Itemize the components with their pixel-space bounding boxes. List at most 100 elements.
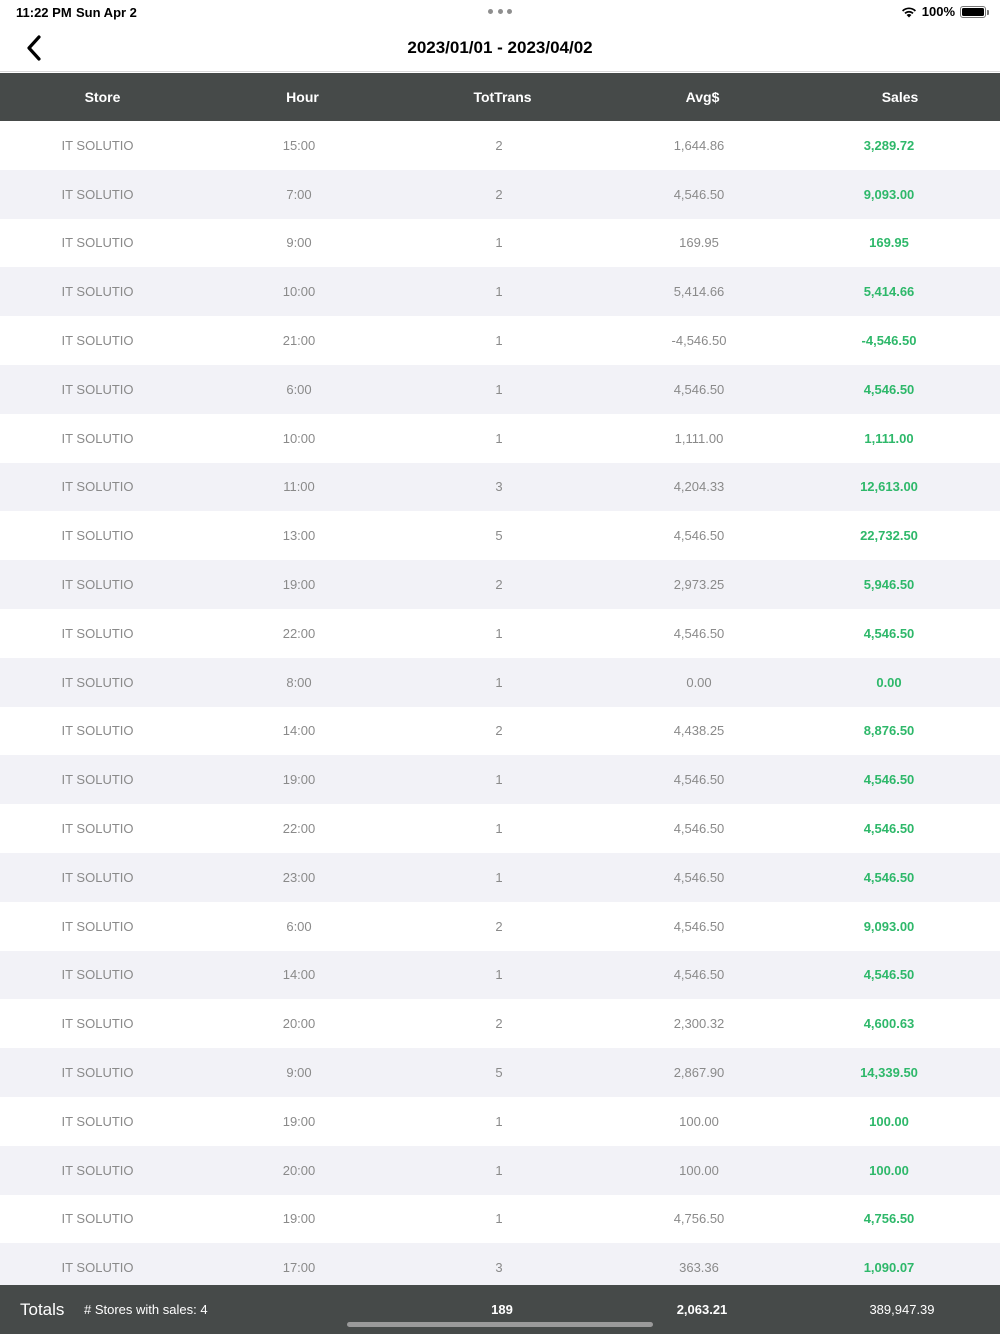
table-row[interactable]: IT SOLUTIO 10:00 1 5,414.66 5,414.66 — [0, 267, 1000, 317]
cell-hour: 20:00 — [282, 1162, 316, 1178]
table-row[interactable]: IT SOLUTIO 20:00 1 100.00 100.00 — [0, 1145, 1000, 1195]
table-row[interactable]: IT SOLUTIO 9:00 5 2,867.90 14,339.50 — [0, 1048, 1000, 1097]
cell-sales: 100.00 — [869, 1113, 909, 1129]
cell-tottrans: 1 — [495, 674, 503, 690]
cell-store: IT SOLUTIO — [61, 625, 134, 641]
cell-tottrans: 1 — [495, 1162, 503, 1178]
table-row[interactable]: IT SOLUTIO 19:00 1 100.00 100.00 — [0, 1096, 1000, 1146]
cell-sales: 8,876.50 — [863, 723, 915, 739]
table-row[interactable]: IT SOLUTIO 7:00 2 4,546.50 9,093.00 — [0, 169, 1000, 219]
cell-sales: 3,289.72 — [863, 137, 915, 153]
table-row[interactable]: IT SOLUTIO 22:00 1 4,546.50 4,546.50 — [0, 804, 1000, 853]
cell-hour: 6:00 — [286, 918, 312, 934]
table-row[interactable]: IT SOLUTIO 6:00 1 4,546.50 4,546.50 — [0, 364, 1000, 414]
cell-store: IT SOLUTIO — [61, 381, 134, 397]
cell-sales: 4,546.50 — [863, 772, 915, 788]
status-bar: 11:22 PM Sun Apr 2 100% — [0, 0, 1000, 24]
cell-sales: 14,339.50 — [860, 1065, 918, 1081]
cell-hour: 22:00 — [282, 625, 316, 641]
table-row[interactable]: IT SOLUTIO 14:00 2 4,438.25 8,876.50 — [0, 706, 1000, 756]
cell-store: IT SOLUTIO — [61, 1065, 134, 1081]
column-header-store[interactable]: Store — [0, 89, 205, 105]
cell-store: IT SOLUTIO — [61, 235, 134, 251]
cell-avg: -4,546.50 — [671, 333, 727, 349]
cell-avg: 2,867.90 — [673, 1065, 725, 1081]
table-row[interactable]: IT SOLUTIO 20:00 2 2,300.32 4,600.63 — [0, 999, 1000, 1049]
cell-sales: 4,546.50 — [863, 821, 915, 837]
cell-avg: 4,546.50 — [673, 967, 725, 983]
cell-store: IT SOLUTIO — [61, 430, 134, 446]
table-row[interactable]: IT SOLUTIO 17:00 3 363.36 1,090.07 — [0, 1243, 1000, 1285]
cell-sales: -4,546.50 — [861, 333, 917, 349]
app-root: 11:22 PM Sun Apr 2 100% 2023/01/01 - 202… — [0, 0, 1000, 1334]
cell-hour: 22:00 — [282, 821, 316, 837]
column-header-tottrans[interactable]: TotTrans — [400, 89, 605, 105]
cell-hour: 8:00 — [286, 674, 312, 690]
cell-sales: 12,613.00 — [860, 479, 918, 495]
wifi-icon — [901, 6, 917, 18]
cell-hour: 11:00 — [283, 479, 315, 495]
cell-sales: 169.95 — [869, 235, 909, 251]
cell-avg: 4,756.50 — [673, 1211, 725, 1227]
table-row[interactable]: IT SOLUTIO 10:00 1 1,111.00 1,111.00 — [0, 413, 1000, 463]
table-row[interactable]: IT SOLUTIO 19:00 1 4,546.50 4,546.50 — [0, 755, 1000, 805]
cell-avg: 4,546.50 — [673, 869, 725, 885]
column-header-sales[interactable]: Sales — [800, 89, 1000, 105]
cell-hour: 10:00 — [282, 430, 316, 446]
table-row[interactable]: IT SOLUTIO 14:00 1 4,546.50 4,546.50 — [0, 950, 1000, 1000]
cell-sales: 4,756.50 — [863, 1211, 915, 1227]
cell-tottrans: 1 — [495, 625, 503, 641]
status-date: Sun Apr 2 — [76, 5, 137, 20]
cell-store: IT SOLUTIO — [61, 577, 134, 593]
table-row[interactable]: IT SOLUTIO 19:00 1 4,756.50 4,756.50 — [0, 1194, 1000, 1244]
home-indicator[interactable] — [347, 1322, 653, 1327]
cell-tottrans: 1 — [495, 821, 503, 837]
cell-hour: 6:00 — [286, 381, 312, 397]
table-row[interactable]: IT SOLUTIO 13:00 5 4,546.50 22,732.50 — [0, 511, 1000, 561]
cell-store: IT SOLUTIO — [61, 1113, 134, 1129]
stores-with-sales: # Stores with sales: 4 — [84, 1302, 208, 1317]
cell-hour: 10:00 — [282, 284, 316, 300]
table-row[interactable]: IT SOLUTIO 8:00 1 0.00 0.00 — [0, 657, 1000, 707]
table-row[interactable]: IT SOLUTIO 22:00 1 4,546.50 4,546.50 — [0, 608, 1000, 658]
cell-avg: 4,438.25 — [673, 723, 725, 739]
cell-tottrans: 1 — [495, 430, 503, 446]
battery-percent: 100% — [921, 4, 955, 19]
cell-hour: 19:00 — [282, 1211, 316, 1227]
cell-tottrans: 5 — [495, 1065, 503, 1081]
sales-table-body[interactable]: IT SOLUTIO 15:00 2 1,644.86 3,289.72 IT SOLUT… — [0, 121, 1000, 1285]
cell-avg: 4,546.50 — [673, 918, 725, 934]
cell-avg: 100.00 — [679, 1162, 719, 1178]
table-row[interactable]: IT SOLUTIO 19:00 2 2,973.25 5,946.50 — [0, 560, 1000, 609]
table-row[interactable]: IT SOLUTIO 15:00 2 1,644.86 3,289.72 — [0, 121, 1000, 170]
cell-tottrans: 1 — [495, 235, 503, 251]
cell-sales: 4,546.50 — [863, 869, 915, 885]
multitasking-dots-icon[interactable] — [488, 9, 512, 15]
cell-tottrans: 5 — [495, 528, 503, 544]
cell-tottrans: 1 — [495, 1211, 503, 1227]
cell-avg: 4,546.50 — [673, 528, 725, 544]
column-header-avg[interactable]: Avg$ — [605, 89, 800, 105]
cell-tottrans: 2 — [495, 918, 503, 934]
cell-avg: 4,546.50 — [673, 772, 725, 788]
cell-hour: 15:00 — [282, 137, 316, 153]
nav-bar: 2023/01/01 - 2023/04/02 — [0, 24, 1000, 72]
totals-tottrans: 189 — [491, 1302, 513, 1317]
cell-store: IT SOLUTIO — [61, 1162, 134, 1178]
cell-sales: 4,600.63 — [863, 1016, 915, 1032]
cell-tottrans: 1 — [495, 772, 503, 788]
cell-avg: 1,111.00 — [674, 430, 724, 446]
cell-sales: 5,946.50 — [863, 577, 915, 593]
table-row[interactable]: IT SOLUTIO 9:00 1 169.95 169.95 — [0, 218, 1000, 268]
cell-hour: 20:00 — [282, 1016, 316, 1032]
table-row[interactable]: IT SOLUTIO 23:00 1 4,546.50 4,546.50 — [0, 852, 1000, 902]
page-title: 2023/01/01 - 2023/04/02 — [407, 38, 593, 57]
table-row[interactable]: IT SOLUTIO 11:00 3 4,204.33 12,613.00 — [0, 462, 1000, 512]
table-row[interactable]: IT SOLUTIO 21:00 1 -4,546.50 -4,546.50 — [0, 316, 1000, 365]
cell-tottrans: 1 — [495, 381, 503, 397]
table-row[interactable]: IT SOLUTIO 6:00 2 4,546.50 9,093.00 — [0, 901, 1000, 951]
cell-store: IT SOLUTIO — [61, 1016, 134, 1032]
cell-tottrans: 2 — [495, 723, 503, 739]
column-header-hour[interactable]: Hour — [205, 89, 400, 105]
cell-hour: 14:00 — [282, 967, 316, 983]
